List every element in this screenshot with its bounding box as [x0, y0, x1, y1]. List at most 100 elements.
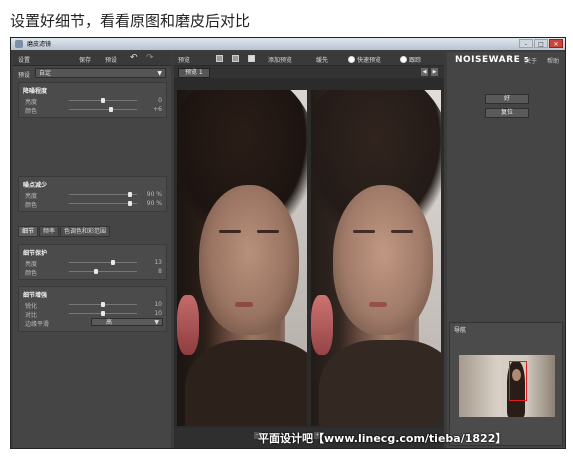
slider-value: 90 % [146, 191, 162, 198]
edge-smooth-select[interactable]: 高 ▼ [91, 318, 163, 326]
detail-protect-luma-row: 亮度 13 [19, 258, 166, 268]
navigator-panel: 导航 [449, 322, 563, 446]
navigator-selection[interactable] [509, 361, 527, 401]
preset-value: 自定 [39, 70, 52, 77]
eye [219, 230, 241, 233]
info-panel: NOISEWARE 5 关于 帮助 好 复位 导航 [447, 52, 565, 448]
slider-label: 颜色 [25, 202, 38, 209]
logo-text: NOISEWARE [455, 55, 521, 65]
slider-knob[interactable] [101, 311, 105, 316]
eye [353, 230, 375, 233]
slider-knob[interactable] [128, 192, 133, 197]
face [333, 185, 433, 335]
tab-preview-1[interactable]: 预览 1 [178, 68, 210, 78]
slider-label: 颜色 [25, 108, 38, 115]
original-photo [177, 90, 307, 426]
window-title: 磨皮滤镜 [27, 41, 52, 48]
noise-level-header: 降噪程度 [23, 88, 48, 95]
slider-knob[interactable] [94, 269, 99, 274]
settings-title: 设置 [18, 57, 31, 64]
navigator-thumbnail[interactable] [459, 355, 555, 417]
slider-value: +6 [153, 106, 162, 113]
slider-knob[interactable] [128, 201, 133, 206]
noise-level-luma-row: 亮度 0 [19, 96, 166, 106]
mouth [369, 302, 387, 307]
ok-button[interactable]: 好 [485, 94, 529, 104]
edge-smooth-value: 高 [106, 319, 113, 326]
watermark: 平面设计吧【www.linecg.com/tieba/1822】 [258, 432, 507, 445]
reset-button[interactable]: 复位 [485, 108, 529, 118]
slider-track[interactable] [69, 194, 137, 195]
save-button[interactable]: 保存 [79, 55, 91, 64]
settings-toolbar: 设置 保存 预设 ↶ ↷ [13, 52, 171, 66]
close-button[interactable]: ✕ [549, 39, 563, 48]
slider-track[interactable] [69, 109, 137, 110]
settings-panel: 设置 保存 预设 ↶ ↷ 预设 自定 ▼ 降噪程度 亮度 0 颜色 +6 噪点减… [13, 52, 171, 448]
preset-button[interactable]: 预设 [105, 55, 117, 64]
preset-row: 预设 自定 ▼ [13, 66, 171, 80]
slider-value: 8 [158, 268, 162, 275]
slider-track[interactable] [69, 271, 137, 272]
maximize-button[interactable]: □ [534, 39, 548, 48]
slider-value: 10 [154, 301, 162, 308]
info-links: 关于 帮助 [517, 56, 559, 65]
noise-reduction-section: 噪点减少 亮度 90 % 颜色 90 % [18, 176, 167, 212]
split-vertical-icon[interactable] [248, 55, 255, 62]
slider-track[interactable] [69, 203, 137, 204]
slider-value: 13 [154, 259, 162, 266]
detail-enhance-contrast-row: 对比 10 [19, 309, 166, 319]
split-horizontal-icon[interactable] [232, 55, 239, 62]
tab-frequency[interactable]: 频率 [39, 226, 60, 237]
detail-enhance-header: 细节增强 [23, 292, 48, 299]
chevron-left-icon[interactable]: ◀ [421, 68, 428, 76]
shoulder [319, 340, 441, 426]
redo-icon[interactable]: ↷ [146, 53, 154, 63]
slider-knob[interactable] [101, 98, 105, 103]
preset-label: 预设 [18, 72, 31, 79]
minimize-button[interactable]: - [519, 39, 533, 48]
processed-photo [311, 90, 441, 426]
slider-knob[interactable] [109, 107, 114, 112]
hand [311, 295, 333, 355]
quick-preview-radio[interactable]: 快速预览 [348, 55, 381, 64]
slider-label: 颜色 [25, 270, 38, 277]
slider-track[interactable] [69, 262, 137, 263]
detail-protect-section: 细节保护 亮度 13 颜色 8 [18, 244, 167, 280]
track-radio[interactable]: 跟踪 [400, 55, 421, 64]
slider-knob[interactable] [111, 260, 116, 265]
slider-value: 10 [154, 310, 162, 317]
app-window: 磨皮滤镜 - □ ✕ 设置 保存 预设 ↶ ↷ 预设 自定 ▼ 降噪程度 亮度 [10, 37, 566, 449]
chevron-down-icon: ▼ [157, 70, 162, 77]
about-link[interactable]: 关于 [525, 58, 537, 65]
tab-detail[interactable]: 细节 [18, 226, 39, 237]
navigator-header: 导航 [454, 327, 467, 334]
preview-title: 预览 [178, 57, 191, 64]
slider-value: 0 [158, 97, 162, 104]
preset-select[interactable]: 自定 ▼ [35, 68, 166, 78]
noise-reduction-luma-row: 亮度 90 % [19, 190, 166, 200]
edge-smooth-label: 边缘平滑 [25, 321, 50, 328]
noise-level-color-row: 颜色 +6 [19, 105, 166, 115]
tab-color-range[interactable]: 色调色和彩范围 [60, 226, 111, 237]
single-view-icon[interactable] [216, 55, 223, 62]
noise-reduction-color-row: 颜色 90 % [19, 199, 166, 209]
preview-toolbar: 预览 添加预览 缓先 快速预览 跟踪 [174, 52, 444, 66]
shoulder [185, 340, 307, 426]
add-preview-button[interactable]: 添加预览 [268, 55, 292, 64]
undo-icon[interactable]: ↶ [130, 53, 138, 63]
preview-tabs: 预览 1 ◀ ▶ [174, 66, 444, 78]
chevron-right-icon[interactable]: ▶ [431, 68, 438, 76]
sample-button[interactable]: 缓先 [316, 55, 328, 64]
edge-smooth-row: 边缘平滑 高 ▼ [19, 318, 166, 328]
detail-enhance-section: 细节增强 锐化 10 对比 10 边缘平滑 高 ▼ [18, 286, 167, 332]
hand [177, 295, 199, 355]
detail-protect-header: 细节保护 [23, 250, 48, 257]
app-icon [15, 40, 23, 48]
help-link[interactable]: 帮助 [547, 58, 559, 65]
slider-knob[interactable] [101, 302, 105, 307]
settings-tabs: 细节 频率 色调色和彩范围 [18, 226, 167, 237]
page-caption: 设置好细节，看看原图和磨皮后对比 [10, 12, 251, 30]
preview-panel: 预览 添加预览 缓先 快速预览 跟踪 预览 1 ◀ ▶ − + [174, 52, 444, 448]
eye [391, 230, 413, 233]
detail-protect-color-row: 颜色 8 [19, 267, 166, 277]
